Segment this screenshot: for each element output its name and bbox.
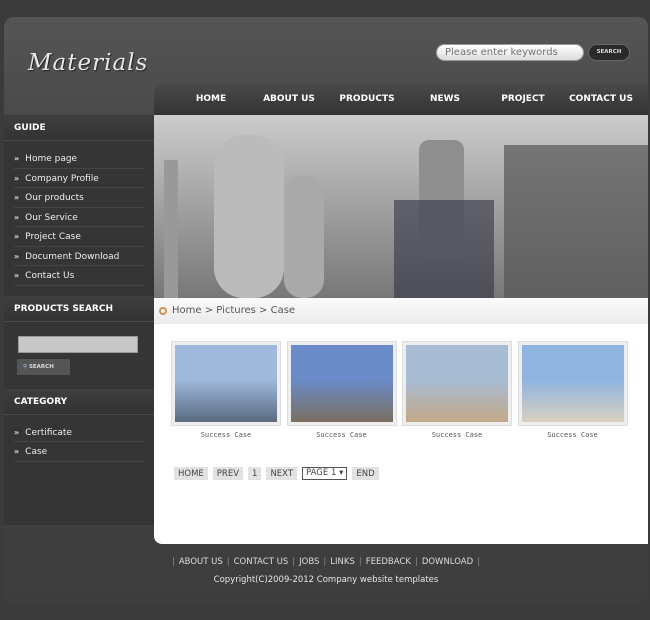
double-chevron-icon: » <box>14 447 20 456</box>
double-chevron-icon: » <box>14 212 20 222</box>
copyright: Copyright(C)2009-2012 Company website te… <box>213 575 439 585</box>
case-image[interactable] <box>402 341 512 426</box>
footer-link[interactable]: DOWNLOAD <box>422 557 473 567</box>
nav-contact-us[interactable]: CONTACT US <box>562 83 640 115</box>
pager-next[interactable]: NEXT <box>266 467 298 480</box>
pager-prev[interactable]: PREV <box>212 467 244 480</box>
sidebar-item[interactable]: » Case <box>14 442 144 462</box>
main-nav: HOME ABOUT US PRODUCTS NEWS PROJECT CONT… <box>154 83 648 115</box>
pagination: HOME PREV 1 NEXT PAGE 1 ▾ END <box>154 439 648 480</box>
sidebar-item-label: Contact Us <box>25 271 75 281</box>
keyword-search-input[interactable] <box>436 44 584 61</box>
nav-home[interactable]: HOME <box>172 83 250 115</box>
sidebar-item-label: Project Case <box>25 232 81 242</box>
nav-project[interactable]: PROJECT <box>484 83 562 115</box>
double-chevron-icon: » <box>14 427 20 437</box>
double-chevron-icon: » <box>14 154 20 163</box>
pager-page-1[interactable]: 1 <box>248 467 262 480</box>
search-button[interactable]: SEARCH <box>588 44 630 61</box>
page-select-value: PAGE 1 <box>306 468 337 478</box>
case-thumbnail[interactable]: Success Case <box>171 341 281 439</box>
footer-link[interactable]: FEEDBACK <box>366 557 411 567</box>
case-caption[interactable]: Success Case <box>288 431 396 439</box>
sidebar-item[interactable]: » Our Service <box>14 208 144 227</box>
nav-about-us[interactable]: ABOUT US <box>250 83 328 115</box>
footer-link[interactable]: LINKS <box>330 557 355 567</box>
products-search-label: SEARCH <box>28 363 54 370</box>
page: Materials SEARCH HOME ABOUT US PRODUCTS … <box>4 17 648 604</box>
products-search-title: PRODUCTS SEARCH <box>4 295 154 322</box>
pager-end[interactable]: END <box>352 467 379 480</box>
case-thumbnail[interactable]: Success Case <box>286 341 397 439</box>
case-image[interactable] <box>286 341 397 426</box>
case-thumbnail[interactable]: Success Case <box>517 341 628 439</box>
sidebar: GUIDE » Home page » Company Profile » Our pro… <box>4 115 154 525</box>
footer-links: | ABOUT US | CONTACT US | JOBS | LINKS | FEEDBACK… <box>171 557 481 567</box>
breadcrumb-text: Home > Pictures > Case <box>172 305 296 316</box>
products-search-button[interactable]: ⚲ SEARCH <box>17 358 70 375</box>
footer-link[interactable]: JOBS <box>299 557 319 567</box>
page-select[interactable]: PAGE 1 ▾ <box>302 467 348 480</box>
sidebar-item[interactable]: » Home page <box>14 149 144 169</box>
guide-title: GUIDE <box>4 115 154 141</box>
sidebar-item[interactable]: » Contact Us <box>14 266 144 286</box>
sidebar-item[interactable]: » Document Download <box>14 247 144 266</box>
footer-link[interactable]: ABOUT US <box>179 557 223 567</box>
main-content: Home > Pictures > Case Success Case Succe… <box>154 298 648 544</box>
footer-link[interactable]: CONTACT US <box>234 557 289 567</box>
sidebar-item[interactable]: » Certificate <box>14 423 144 442</box>
sidebar-item-label: Company Profile <box>25 173 99 184</box>
double-chevron-icon: » <box>14 193 20 202</box>
magnifier-icon: ⚲ <box>23 363 28 370</box>
products-search-input[interactable] <box>18 335 138 353</box>
nav-products[interactable]: PRODUCTS <box>328 83 406 115</box>
case-caption[interactable]: Success Case <box>172 431 280 439</box>
sidebar-item[interactable]: » Our products <box>14 188 144 208</box>
case-image[interactable] <box>171 341 281 426</box>
double-chevron-icon: » <box>14 251 20 261</box>
sidebar-item-label: Our products <box>25 193 84 203</box>
case-caption[interactable]: Success Case <box>403 431 511 439</box>
double-chevron-icon: » <box>14 173 20 183</box>
case-thumbnail[interactable]: Success Case <box>402 341 512 439</box>
category-title: CATEGORY <box>4 388 154 415</box>
sidebar-item-label: Home page <box>25 154 78 164</box>
breadcrumb: Home > Pictures > Case <box>154 298 648 324</box>
circle-bullet-icon <box>159 307 167 315</box>
case-caption[interactable]: Success Case <box>519 431 627 439</box>
pager-home[interactable]: HOME <box>174 467 208 480</box>
sidebar-item-label: Document Download <box>25 251 120 262</box>
sidebar-item-label: Case <box>25 447 48 457</box>
double-chevron-icon: » <box>14 232 20 241</box>
sidebar-item[interactable]: » Company Profile <box>14 169 144 188</box>
banner-image <box>154 115 648 298</box>
logo: Materials <box>28 50 149 76</box>
case-image[interactable] <box>517 341 628 426</box>
double-chevron-icon: » <box>14 271 20 280</box>
sidebar-item-label: Our Service <box>25 212 78 223</box>
sidebar-item-label: Certificate <box>25 427 72 438</box>
sidebar-item[interactable]: » Project Case <box>14 227 144 247</box>
nav-news[interactable]: NEWS <box>406 83 484 115</box>
